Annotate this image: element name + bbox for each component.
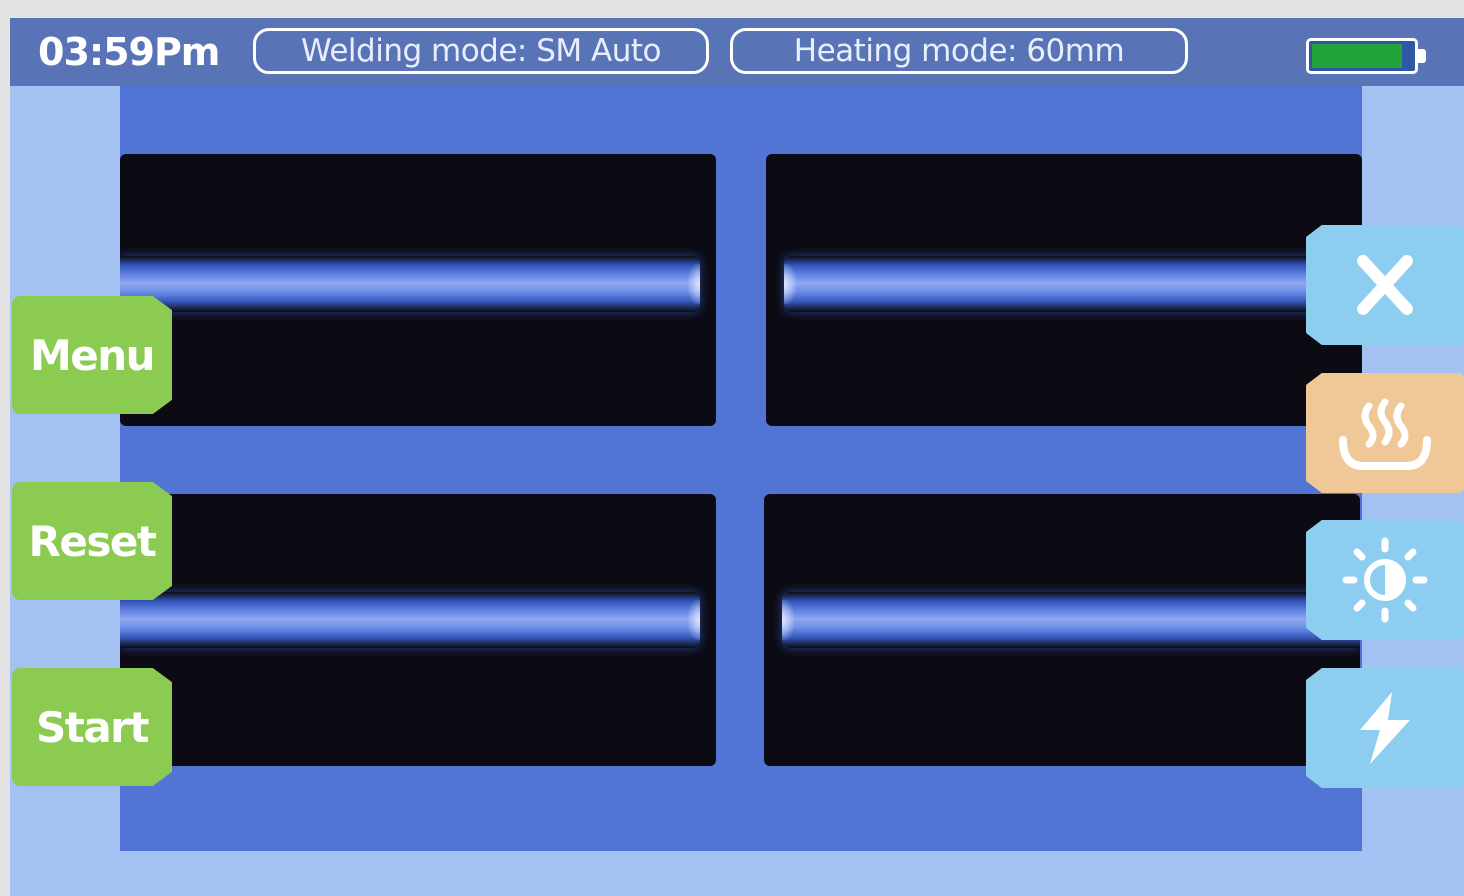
left-fiber-image (120, 256, 700, 312)
lightning-icon (1360, 692, 1410, 764)
close-button[interactable] (1306, 225, 1464, 345)
clock-time: 03:59Pm (38, 30, 220, 74)
battery-terminal (1418, 49, 1426, 63)
start-button[interactable]: Start (12, 668, 172, 786)
camera-view-right-top (766, 154, 1362, 426)
close-icon (1357, 255, 1413, 315)
menu-button[interactable]: Menu (12, 296, 172, 414)
fiber-camera-viewport (120, 86, 1362, 851)
reset-button[interactable]: Reset (12, 482, 172, 600)
camera-view-left-top (120, 154, 716, 426)
splicer-screen: 03:59Pm Welding mode: SM Auto Heating mo… (10, 18, 1464, 896)
brightness-icon (1342, 537, 1428, 623)
right-fiber-image (782, 592, 1360, 648)
welding-mode-display[interactable]: Welding mode: SM Auto (253, 28, 709, 74)
heater-button[interactable] (1306, 373, 1464, 493)
camera-view-right-bottom (764, 494, 1360, 766)
battery-level-fill (1312, 44, 1402, 68)
battery-icon (1306, 38, 1426, 74)
arc-discharge-button[interactable] (1306, 668, 1464, 788)
right-fiber-image (784, 256, 1362, 312)
heating-mode-display[interactable]: Heating mode: 60mm (730, 28, 1188, 74)
status-bar: 03:59Pm Welding mode: SM Auto Heating mo… (10, 18, 1464, 86)
brightness-button[interactable] (1306, 520, 1464, 640)
heater-icon (1339, 398, 1431, 470)
left-fiber-image (120, 592, 700, 648)
camera-view-left-bottom (120, 494, 716, 766)
